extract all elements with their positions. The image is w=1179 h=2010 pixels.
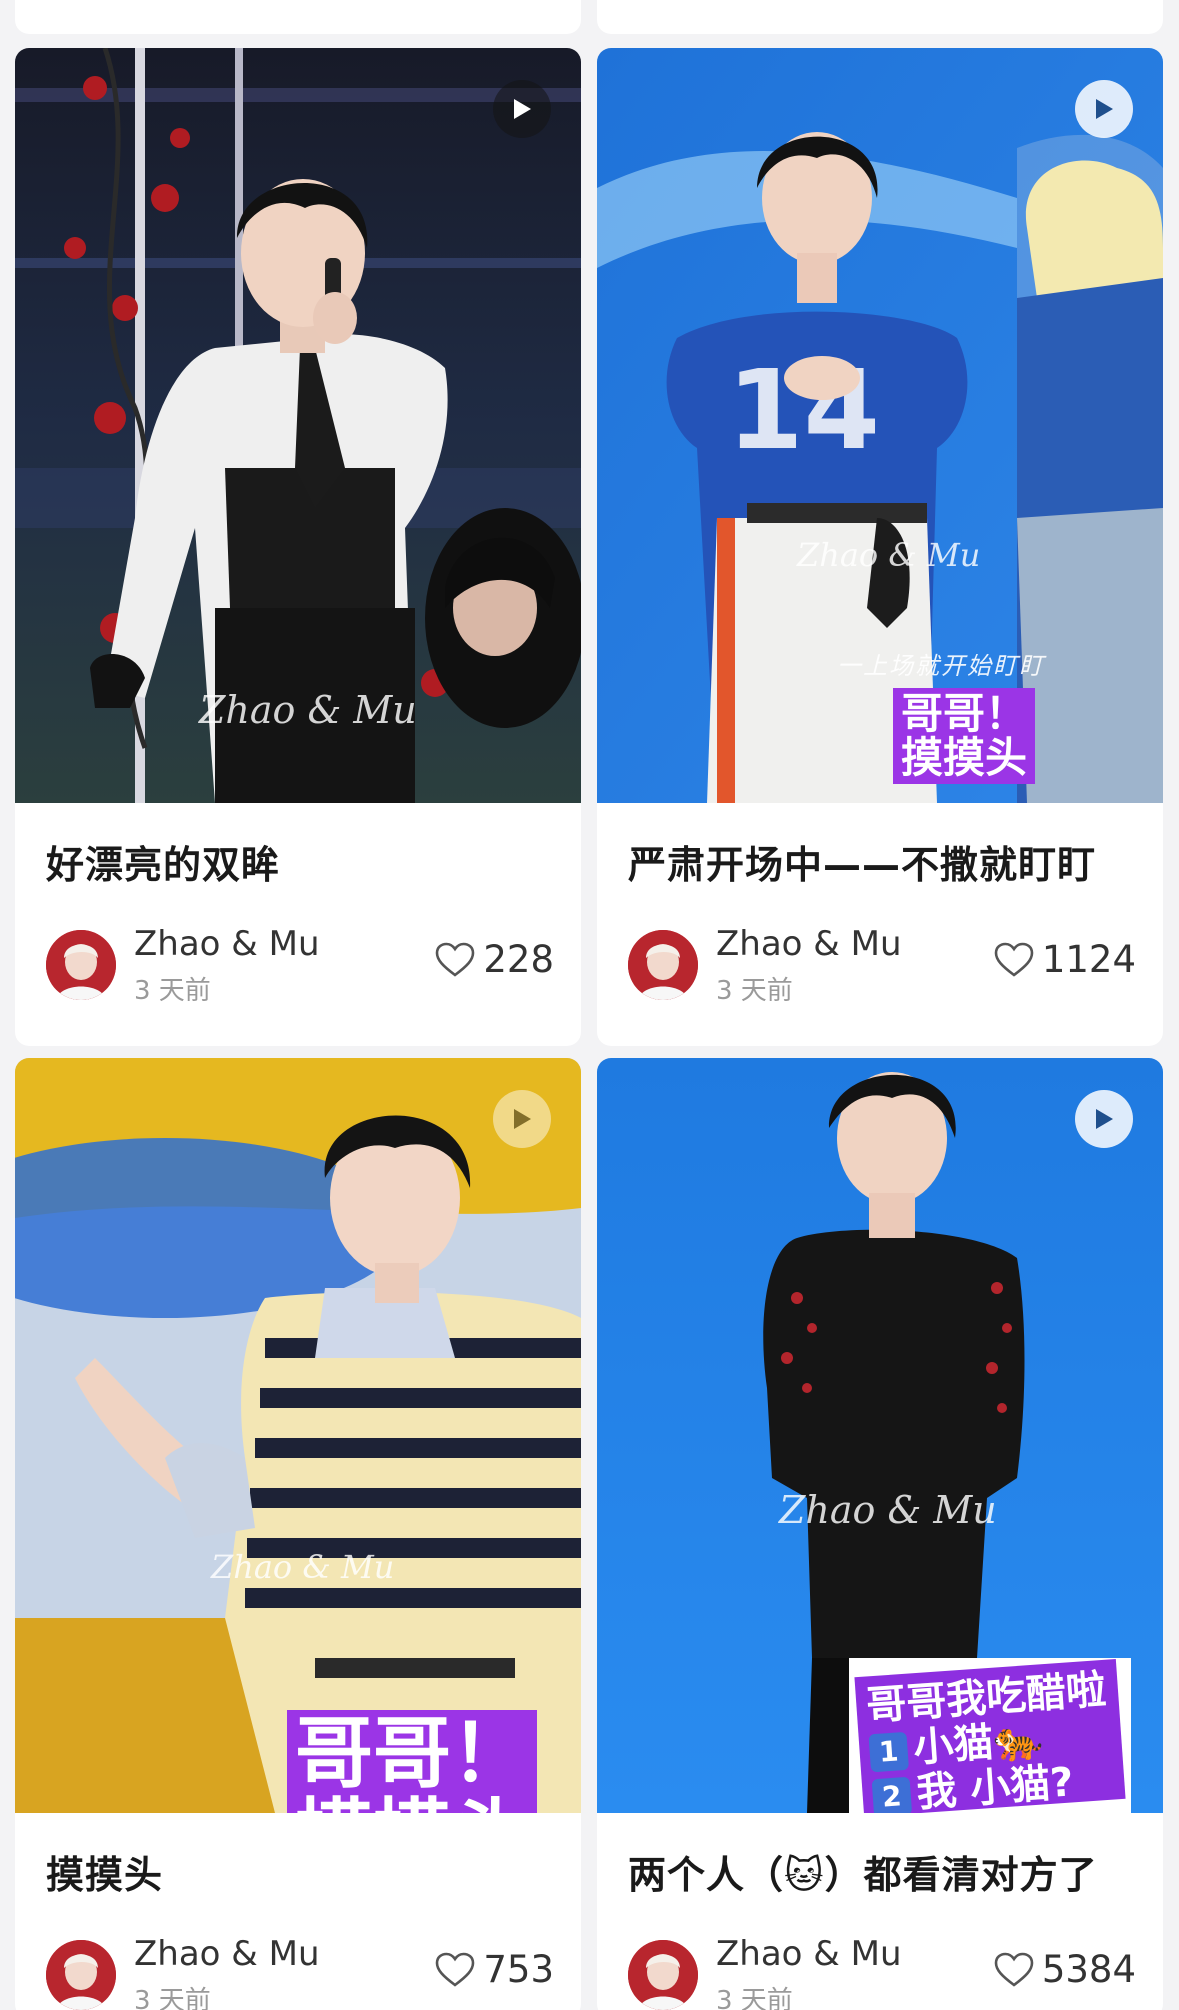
post-card[interactable]: 14 Zhao & Mu 一上场就开始盯盯 哥哥！ 摸摸头 严肃开场中——不撒就… (597, 48, 1163, 1046)
caption-sticker: 哥哥！ 摸摸头 (893, 688, 1036, 785)
play-icon (1096, 99, 1113, 119)
post-meta: Zhao & Mu 3 天前 5384 (628, 1934, 1136, 2010)
post-cover-image[interactable]: Zhao & Mu (15, 48, 581, 803)
like-count: 228 (483, 938, 554, 981)
post-time: 3 天前 (134, 976, 211, 1006)
post-meta: Zhao & Mu 3 天前 753 (46, 1934, 554, 2010)
watermark-text: Zhao & Mu (779, 1488, 997, 1532)
author-name[interactable]: Zhao & Mu (134, 1934, 320, 1974)
watermark-text: Zhao & Mu (797, 536, 981, 574)
post-feed: Zhao & Mu 好漂亮的双眸 Zhao & Mu 3 天前 228 14 Z… (0, 0, 1179, 2010)
handwritten-caption: 一上场就开始盯盯 (837, 652, 1045, 680)
avatar-image (46, 930, 116, 1000)
watermark-text: Zhao & Mu (199, 688, 417, 732)
like-button[interactable]: 1124 (994, 938, 1136, 981)
avatar-image (628, 1940, 698, 2010)
post-time: 3 天前 (716, 1986, 793, 2010)
author-name[interactable]: Zhao & Mu (134, 924, 320, 964)
avatar-image (628, 930, 698, 1000)
play-button[interactable] (493, 80, 551, 138)
meme-sticker: 哥哥我吃醋啦 1 小猫🐅 2我 小猫? (849, 1658, 1131, 1813)
post-cover-image[interactable]: Zhao & Mu 哥哥我吃醋啦 1 小猫🐅 2我 小猫? (597, 1058, 1163, 1813)
heart-icon (994, 1952, 1034, 1987)
avatar[interactable] (46, 930, 116, 1000)
post-card[interactable]: Zhao & Mu 哥哥！ 摸摸头 摸摸头 Zhao & Mu 3 天前 753 (15, 1058, 581, 2010)
like-count: 753 (483, 1948, 554, 1991)
post-cover-image[interactable]: 14 Zhao & Mu 一上场就开始盯盯 哥哥！ 摸摸头 (597, 48, 1163, 803)
post-meta: Zhao & Mu 3 天前 1124 (628, 924, 1136, 1006)
like-count: 5384 (1041, 1948, 1136, 1991)
like-button[interactable]: 753 (435, 1948, 554, 1991)
stage-performer-photo: 14 (597, 48, 1163, 803)
play-button[interactable] (1075, 80, 1133, 138)
caption-sticker: 哥哥！ 摸摸头 (287, 1710, 538, 1813)
number-badge: 1 (868, 1731, 910, 1773)
avatar[interactable] (628, 1940, 698, 2010)
like-count: 1124 (1041, 938, 1136, 981)
heart-icon (994, 942, 1034, 977)
stage-performer-photo (15, 1058, 581, 1813)
post-card[interactable]: Zhao & Mu 好漂亮的双眸 Zhao & Mu 3 天前 228 (15, 48, 581, 1046)
post-meta: Zhao & Mu 3 天前 228 (46, 924, 554, 1006)
play-icon (514, 99, 531, 119)
avatar[interactable] (46, 1940, 116, 2010)
play-icon (1096, 1109, 1113, 1129)
play-button[interactable] (1075, 1090, 1133, 1148)
author-name[interactable]: Zhao & Mu (716, 1934, 902, 1974)
previous-card-left[interactable] (15, 0, 581, 34)
post-time: 3 天前 (716, 976, 793, 1006)
post-time: 3 天前 (134, 1986, 211, 2010)
number-badge: 2 (871, 1776, 913, 1813)
like-button[interactable]: 5384 (994, 1948, 1136, 1991)
avatar-image (46, 1940, 116, 2010)
play-button[interactable] (493, 1090, 551, 1148)
post-title[interactable]: 严肃开场中——不撒就盯盯 (628, 834, 1096, 889)
play-icon (514, 1109, 531, 1129)
post-title[interactable]: 两个人（🐱）都看清对方了 (628, 1844, 1098, 1899)
like-button[interactable]: 228 (435, 938, 554, 981)
watermark-text: Zhao & Mu (211, 1548, 395, 1586)
heart-icon (436, 942, 475, 977)
post-card[interactable]: Zhao & Mu 哥哥我吃醋啦 1 小猫🐅 2我 小猫? 两个人（🐱）都看清对方… (597, 1058, 1163, 2010)
post-title[interactable]: 摸摸头 (46, 1844, 163, 1899)
post-title[interactable]: 好漂亮的双眸 (46, 834, 280, 889)
post-cover-image[interactable]: Zhao & Mu 哥哥！ 摸摸头 (15, 1058, 581, 1813)
author-name[interactable]: Zhao & Mu (716, 924, 902, 964)
previous-card-right[interactable] (597, 0, 1163, 34)
avatar[interactable] (628, 930, 698, 1000)
heart-icon (436, 1952, 475, 1987)
